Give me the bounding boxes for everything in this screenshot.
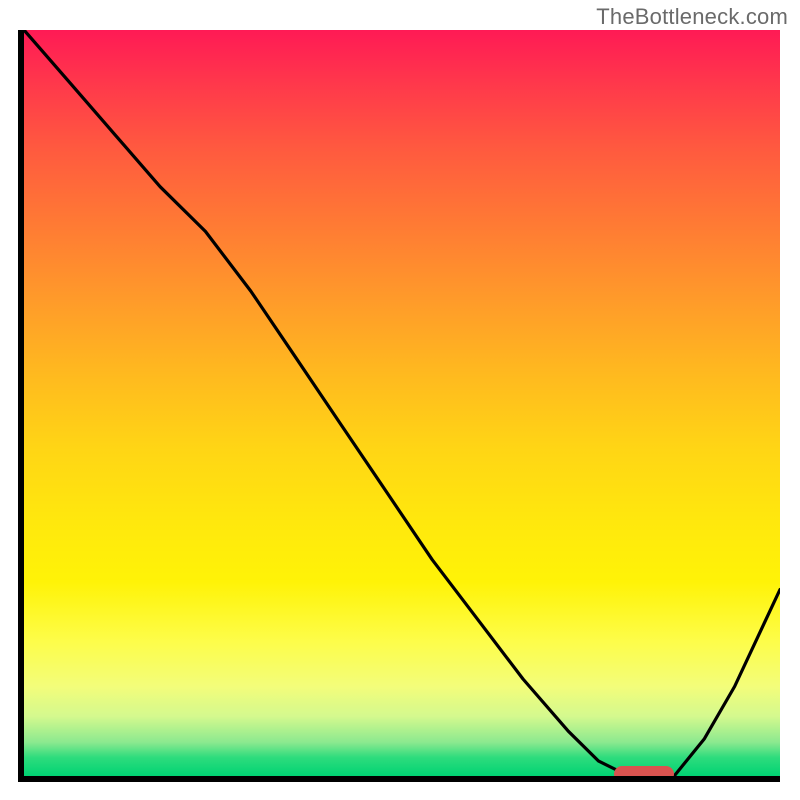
optimal-marker: [614, 766, 674, 776]
watermark-text: TheBottleneck.com: [596, 4, 788, 30]
plot-area: [24, 30, 780, 776]
bottleneck-curve: [24, 30, 780, 776]
chart-root: TheBottleneck.com: [0, 0, 800, 800]
